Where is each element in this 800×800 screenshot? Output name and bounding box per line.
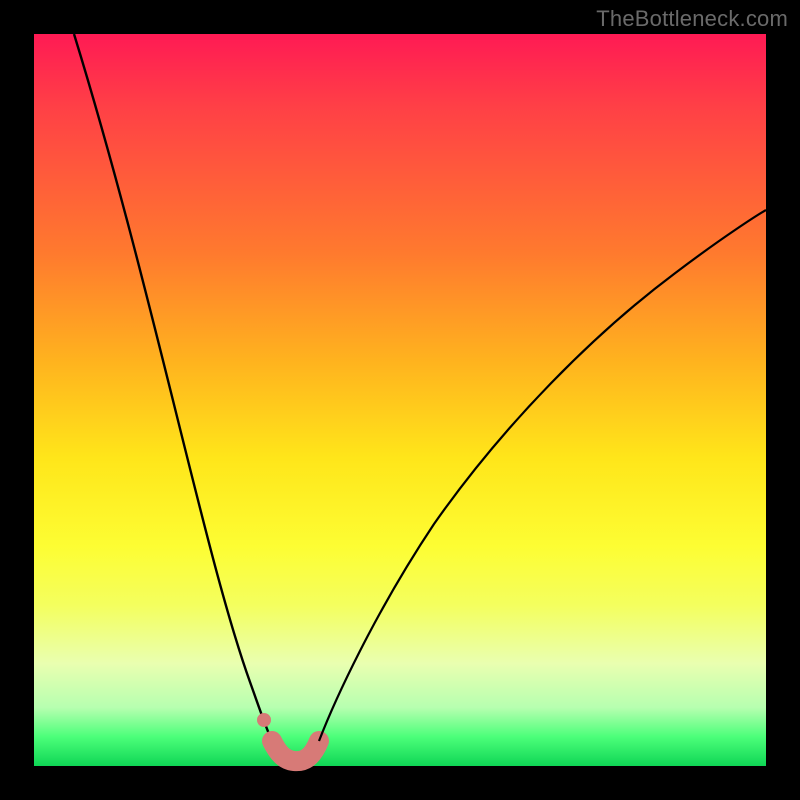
- chart-frame: TheBottleneck.com: [0, 0, 800, 800]
- watermark-text: TheBottleneck.com: [596, 6, 788, 32]
- curve-svg: [34, 34, 766, 766]
- highlight-dot: [257, 713, 271, 727]
- curve-highlight: [272, 741, 319, 761]
- plot-area: [34, 34, 766, 766]
- curve-left: [74, 34, 272, 741]
- curve-right: [319, 210, 766, 741]
